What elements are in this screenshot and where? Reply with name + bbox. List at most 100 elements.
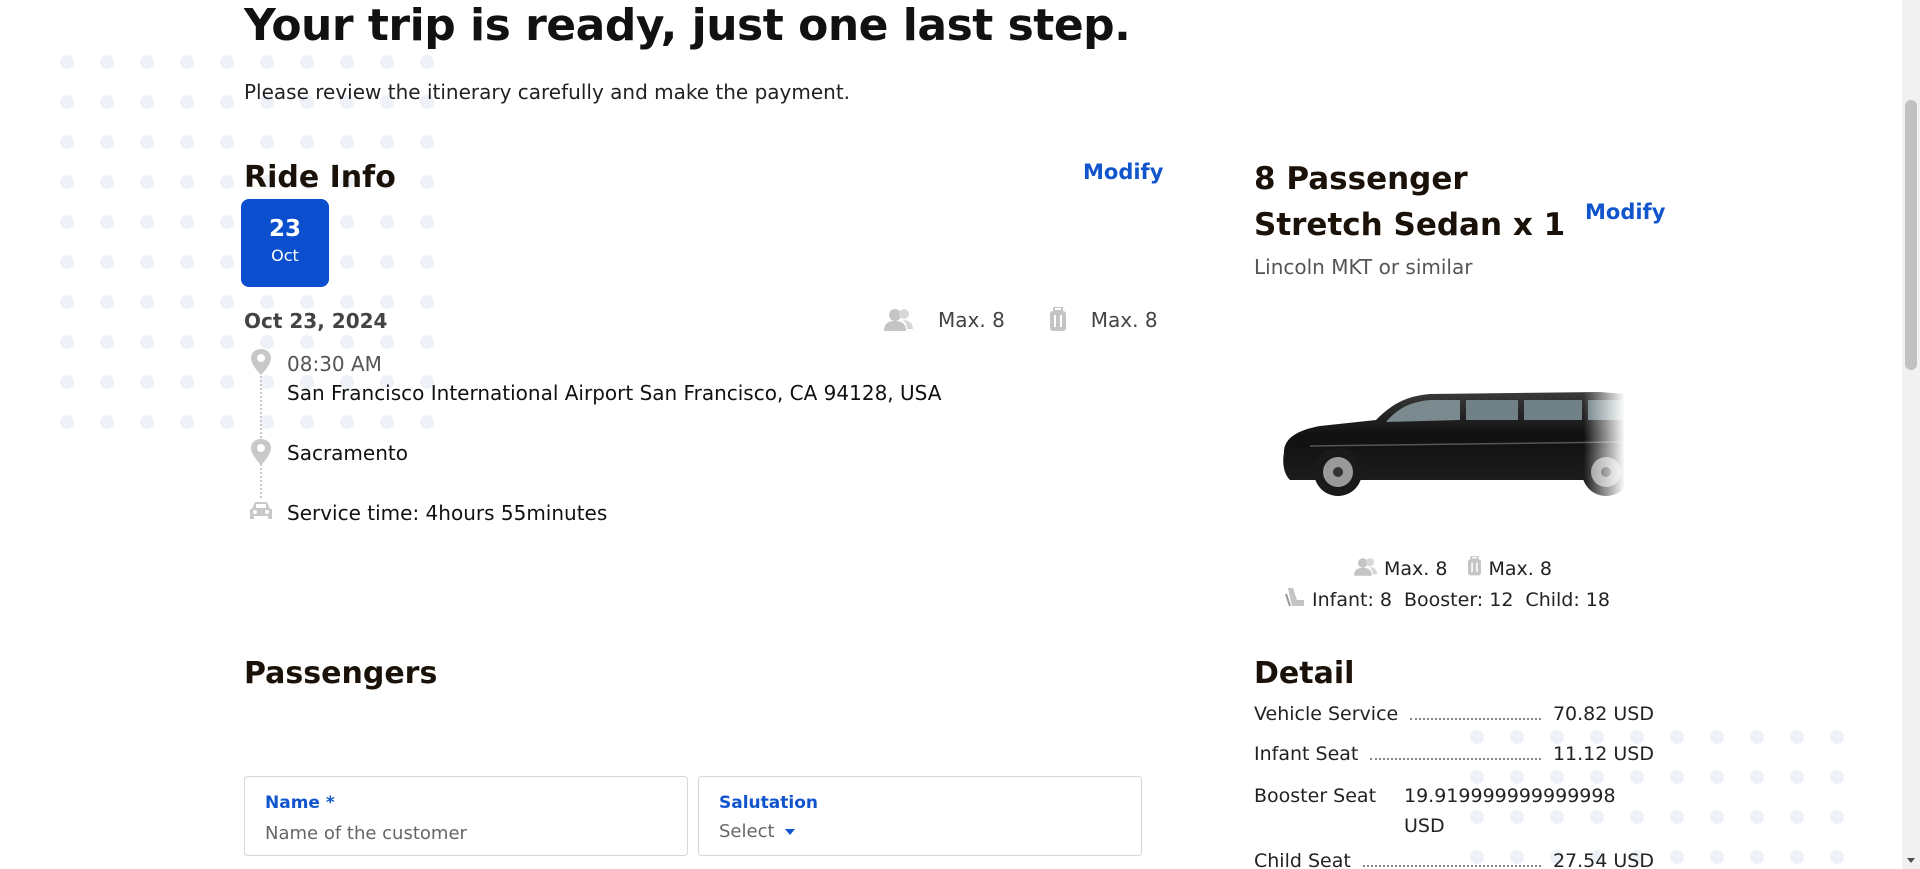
decorative-dot: [100, 295, 114, 309]
name-input[interactable]: [265, 823, 645, 844]
decorative-dot: [60, 415, 74, 429]
decorative-dot: [340, 215, 354, 229]
decorative-dot: [1790, 810, 1804, 824]
decorative-dot: [60, 175, 74, 189]
decorative-dot: [180, 375, 194, 389]
decorative-dot: [380, 295, 394, 309]
decorative-dot: [300, 135, 314, 149]
decorative-dot: [260, 295, 274, 309]
passengers-icon: [884, 308, 914, 332]
service-time: Service time: 4hours 55minutes: [287, 501, 608, 525]
decorative-dot: [140, 415, 154, 429]
decorative-dot: [140, 95, 154, 109]
ride-info-modify-link[interactable]: Modify: [1083, 160, 1163, 184]
decorative-dot: [1750, 810, 1764, 824]
decorative-dot: [1670, 810, 1684, 824]
decorative-dot: [100, 175, 114, 189]
decorative-dot: [420, 175, 434, 189]
vehicle-image: [1280, 380, 1630, 504]
decorative-dot: [100, 95, 114, 109]
decorative-dot: [380, 415, 394, 429]
decorative-dot: [1790, 850, 1804, 864]
decorative-dot: [60, 335, 74, 349]
detail-heading: Detail: [1254, 656, 1355, 691]
decorative-dot: [60, 375, 74, 389]
dropoff-location: Sacramento: [287, 441, 408, 465]
page-scrollbar[interactable]: [1902, 0, 1920, 869]
decorative-dot: [220, 255, 234, 269]
detail-value: 19.919999999999998 USD: [1404, 785, 1616, 837]
decorative-dot: [340, 335, 354, 349]
ride-max-passengers-value: Max. 8: [938, 308, 1005, 332]
chevron-down-icon: [784, 828, 795, 835]
salutation-field-label: Salutation: [719, 793, 818, 813]
ride-max-luggage: Max. 8: [1049, 307, 1158, 333]
decorative-dot: [140, 215, 154, 229]
decorative-dot: [220, 175, 234, 189]
decorative-dot: [220, 295, 234, 309]
decorative-dot: [340, 255, 354, 269]
decorative-dot: [60, 255, 74, 269]
page-title: Your trip is ready, just one last step.: [244, 0, 1131, 51]
decorative-dot: [220, 335, 234, 349]
decorative-dot: [420, 55, 434, 69]
scroll-down-arrow[interactable]: [1907, 858, 1915, 863]
decorative-dot: [100, 215, 114, 229]
pickup-pin-icon: [248, 348, 274, 380]
dotted-leader: [1370, 758, 1541, 760]
decorative-dot: [140, 295, 154, 309]
detail-label: Infant Seat: [1254, 743, 1359, 765]
detail-row-vehicle-service: Vehicle Service 70.82 USD: [1254, 703, 1654, 725]
scrollbar-thumb[interactable]: [1905, 100, 1917, 370]
ride-max-passengers: Max. 8: [884, 308, 1005, 332]
name-field-label: Name *: [265, 793, 335, 813]
vehicle-subtitle: Lincoln MKT or similar: [1254, 255, 1473, 279]
passengers-heading: Passengers: [244, 656, 438, 691]
luggage-icon: [1467, 555, 1482, 582]
decorative-dot: [1470, 730, 1484, 744]
pickup-time: 08:30 AM: [287, 352, 382, 376]
pickup-address: San Francisco International Airport San …: [287, 381, 942, 405]
decorative-dot: [260, 335, 274, 349]
decorative-dot: [180, 415, 194, 429]
decorative-dot: [180, 95, 194, 109]
decorative-dot: [140, 255, 154, 269]
decorative-dot: [60, 215, 74, 229]
decorative-dot: [100, 55, 114, 69]
decorative-dot: [380, 55, 394, 69]
decorative-dot: [140, 55, 154, 69]
decorative-dot: [1830, 850, 1844, 864]
salutation-select[interactable]: Select: [719, 821, 795, 842]
decorative-dot: [1750, 770, 1764, 784]
decorative-dot: [1630, 730, 1644, 744]
dotted-leader: [1362, 865, 1541, 867]
decorative-dot: [100, 255, 114, 269]
ride-capacity: Max. 8 Max. 8: [884, 307, 1158, 333]
decorative-dot: [1830, 730, 1844, 744]
decorative-dot: [60, 295, 74, 309]
vehicle-title: 8 Passenger Stretch Sedan x 1: [1254, 161, 1566, 243]
decorative-dot: [1710, 850, 1724, 864]
decorative-dot: [1750, 850, 1764, 864]
salutation-field[interactable]: Salutation Select: [698, 776, 1142, 856]
vehicle-infant-seats: Infant: 8: [1312, 588, 1392, 611]
decorative-dot: [260, 135, 274, 149]
dropoff-pin-icon: [248, 438, 274, 470]
decorative-dot: [60, 55, 74, 69]
decorative-dot: [1790, 770, 1804, 784]
vehicle-modify-link[interactable]: Modify: [1585, 200, 1665, 224]
detail-label: Child Seat: [1254, 850, 1351, 869]
decorative-dot: [180, 135, 194, 149]
detail-value: 70.82 USD: [1552, 703, 1654, 725]
decorative-dot: [300, 335, 314, 349]
decorative-dot: [220, 95, 234, 109]
decorative-dot: [180, 215, 194, 229]
vehicle-max-luggage: Max. 8: [1488, 558, 1552, 580]
decorative-dot: [1710, 730, 1724, 744]
decorative-dot: [60, 95, 74, 109]
detail-value: 27.54 USD: [1552, 850, 1654, 869]
decorative-dot: [1670, 850, 1684, 864]
decorative-dot: [420, 215, 434, 229]
decorative-dot: [1710, 810, 1724, 824]
decorative-dot: [180, 175, 194, 189]
